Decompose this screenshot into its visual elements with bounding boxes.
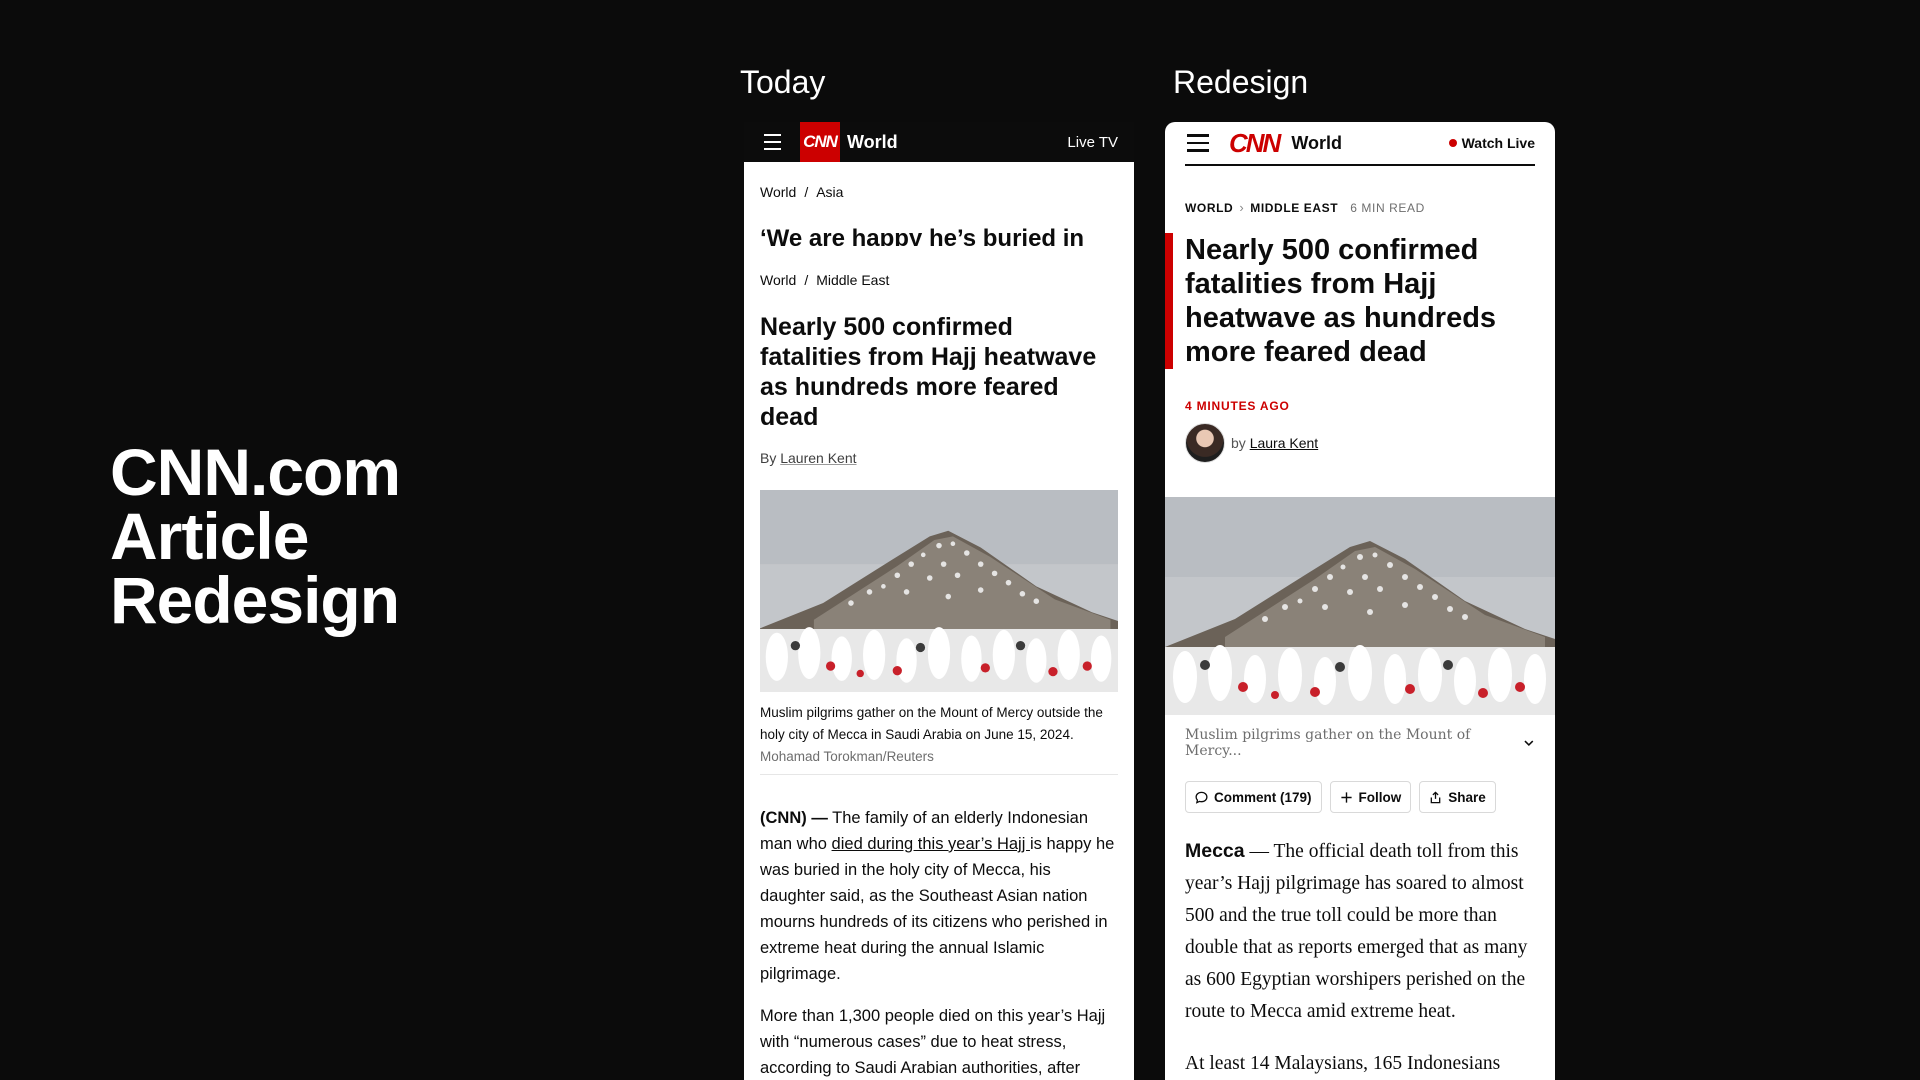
breadcrumb-item-world[interactable]: World	[760, 272, 796, 288]
article-paragraph-2: More than 1,300 people died on this year…	[760, 1007, 1106, 1077]
today-phone-screen: CNN World Live TV World / Asia ‘We are h…	[744, 122, 1134, 1080]
author-row: by Laura Kent	[1185, 423, 1535, 463]
timestamp: 4 MINUTES AGO	[1185, 399, 1290, 413]
breadcrumb-item-world[interactable]: WORLD	[1185, 201, 1233, 215]
watch-live-link[interactable]: Watch Live	[1448, 135, 1535, 151]
presentation-slide: CNN.com Article Redesign Today Redesign …	[0, 0, 1920, 1080]
byline-prefix: By	[760, 450, 777, 466]
dateline: Mecca	[1185, 840, 1245, 862]
slide-title: CNN.com Article Redesign	[110, 435, 510, 637]
paragraph-text: is happy he was buried in the holy city …	[760, 835, 1115, 983]
hamburger-menu-icon[interactable]	[1187, 134, 1209, 152]
breadcrumb-item-asia[interactable]: Asia	[816, 184, 843, 200]
photo-caption[interactable]: Muslim pilgrims gather on the Mount of M…	[1185, 727, 1535, 759]
chevron-down-icon[interactable]	[1523, 737, 1535, 749]
breadcrumb-item-middle-east[interactable]: Middle East	[816, 272, 889, 288]
article-headline: Nearly 500 confirmed fatalities from Haj…	[1185, 234, 1497, 368]
article-paragraph-2: At least 14 Malaysians, 165 Indonesians	[1185, 1053, 1501, 1074]
redesign-header: CNN World Watch Live	[1185, 122, 1535, 166]
breadcrumb-item-middle-east[interactable]: MIDDLE EAST	[1250, 201, 1338, 215]
article-headline: Nearly 500 confirmed fatalities from Haj…	[760, 313, 1097, 431]
photo-credit: Mohamad Torokman/Reuters	[760, 749, 934, 764]
author-avatar[interactable]	[1185, 423, 1225, 463]
accent-bar	[1165, 233, 1173, 369]
article-photo[interactable]	[760, 490, 1118, 692]
inline-link[interactable]: died during this year’s Hajj	[832, 835, 1030, 853]
live-tv-link[interactable]: Live TV	[1067, 134, 1118, 151]
today-column-label: Today	[740, 64, 826, 100]
caption-text: Muslim pilgrims gather on the Mount of M…	[760, 705, 1103, 742]
slide-title-line-1: CNN.com	[110, 435, 401, 509]
byline: by Laura Kent	[1231, 435, 1318, 451]
hamburger-menu-icon[interactable]	[744, 122, 800, 162]
author-link[interactable]: Lauren Kent	[780, 450, 856, 466]
share-icon	[1430, 790, 1441, 803]
article-photo[interactable]	[1165, 497, 1555, 715]
breadcrumb: WORLD › MIDDLE EAST 6 MIN READ	[1185, 200, 1535, 215]
comment-label: Comment (179)	[1214, 789, 1312, 805]
article-paragraph-1: Mecca — The official death toll from thi…	[1185, 835, 1535, 1028]
comment-button[interactable]: Comment (179)	[1185, 781, 1322, 813]
watch-live-label: Watch Live	[1461, 135, 1535, 151]
breadcrumb-separator: /	[804, 272, 809, 288]
breadcrumb-separator: /	[804, 184, 809, 200]
plus-icon	[1340, 791, 1352, 803]
chevron-right-icon: ›	[1239, 200, 1245, 215]
comment-icon	[1195, 791, 1208, 804]
cnn-logo[interactable]: CNN	[1229, 128, 1281, 159]
today-header: CNN World Live TV	[744, 122, 1134, 162]
cnn-logo[interactable]: CNN	[800, 122, 840, 162]
byline-prefix: by	[1231, 435, 1246, 451]
dateline: (CNN) —	[760, 809, 828, 827]
article-paragraph-1: (CNN) — The family of an elderly Indones…	[760, 805, 1118, 987]
follow-button[interactable]: Follow	[1329, 781, 1412, 813]
section-title[interactable]: World	[847, 132, 898, 153]
paragraph-text: — The official death toll from this year…	[1185, 841, 1528, 1022]
share-button[interactable]: Share	[1419, 781, 1496, 813]
section-title[interactable]: World	[1291, 133, 1342, 154]
author-link[interactable]: Laura Kent	[1250, 435, 1319, 451]
read-time: 6 MIN READ	[1350, 200, 1425, 215]
breadcrumb-item-world[interactable]: World	[760, 184, 796, 200]
previous-article-headline[interactable]: ‘We are happy he’s buried in	[760, 224, 1118, 246]
follow-label: Follow	[1358, 789, 1402, 805]
action-bar: Comment (179) Follow Share	[1185, 781, 1535, 813]
photo-caption: Muslim pilgrims gather on the Mount of M…	[760, 702, 1118, 775]
byline: By Lauren Kent	[760, 450, 1118, 466]
share-label: Share	[1448, 789, 1486, 805]
caption-text: Muslim pilgrims gather on the Mount of M…	[1185, 727, 1471, 759]
slide-title-line-3: Redesign	[110, 563, 400, 637]
live-dot-icon	[1448, 139, 1457, 147]
breadcrumb: World / Middle East	[760, 272, 1118, 288]
redesign-column-label: Redesign	[1173, 64, 1309, 100]
breadcrumb-previous: World / Asia	[760, 184, 1118, 200]
headline-block: Nearly 500 confirmed fatalities from Haj…	[1165, 233, 1555, 369]
redesign-phone-screen: CNN World Watch Live WORLD › MIDDLE EAST…	[1165, 122, 1555, 1080]
slide-title-line-2: Article	[110, 499, 309, 573]
